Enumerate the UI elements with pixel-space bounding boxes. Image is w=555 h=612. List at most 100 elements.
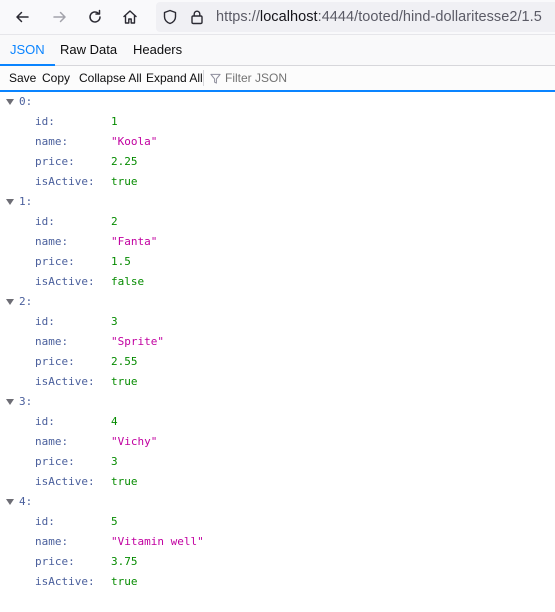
tab-json[interactable]: JSON — [0, 35, 55, 66]
tree-field-row[interactable]: price: 2.55 — [0, 352, 555, 372]
field-value: "Vichy" — [111, 435, 158, 448]
field-key: price: — [35, 255, 75, 268]
tree-field-row[interactable]: isActive: true — [0, 572, 555, 592]
json-tree: 0: id: 1 name: "Koola" price: 2.25 isActive: tru… — [0, 92, 555, 592]
copy-button[interactable]: Copy — [42, 66, 70, 90]
field-value: "Sprite" — [111, 335, 164, 348]
back-arrow-icon — [16, 11, 29, 23]
field-value: true — [111, 175, 138, 188]
field-key: id: — [35, 115, 55, 128]
tree-field-row[interactable]: name: "Vitamin well" — [0, 532, 555, 552]
tree-field-row[interactable]: id: 5 — [0, 512, 555, 532]
field-key: id: — [35, 515, 55, 528]
tree-field-row[interactable]: isActive: false — [0, 272, 555, 292]
url-bar[interactable]: https://localhost:4444/tooted/hind-dolla… — [156, 2, 555, 32]
filter-placeholder: Filter JSON — [225, 71, 288, 85]
tree-field-row[interactable]: isActive: true — [0, 372, 555, 392]
url-path: :4444/tooted/hind-dollaritesse2/1.5 — [317, 9, 542, 25]
home-button[interactable] — [118, 5, 142, 29]
tree-field-row[interactable]: id: 1 — [0, 112, 555, 132]
field-value: true — [111, 475, 138, 488]
array-index: 4: — [19, 495, 33, 508]
tree-field-row[interactable]: isActive: true — [0, 472, 555, 492]
array-index: 2: — [19, 295, 33, 308]
url-scheme: https:// — [216, 9, 260, 25]
tree-field-row[interactable]: price: 3.75 — [0, 552, 555, 572]
url-host: localhost — [259, 9, 318, 25]
field-value: 3 — [111, 315, 118, 328]
expand-all-button[interactable]: Expand All — [146, 66, 203, 90]
tree-field-row[interactable]: name: "Sprite" — [0, 332, 555, 352]
tree-field-row[interactable]: price: 3 — [0, 452, 555, 472]
browser-toolbar: https://localhost:4444/tooted/hind-dolla… — [0, 0, 555, 35]
lock-icon[interactable] — [188, 8, 206, 26]
filter-icon — [210, 73, 221, 84]
field-key: isActive: — [35, 475, 95, 488]
array-index: 1: — [19, 195, 33, 208]
field-key: name: — [35, 135, 69, 148]
toolbar-divider — [203, 70, 204, 86]
tree-item-row[interactable]: 4: — [0, 492, 555, 512]
array-index: 3: — [19, 395, 33, 408]
tree-field-row[interactable]: price: 1.5 — [0, 252, 555, 272]
expand-triangle-icon[interactable] — [6, 399, 14, 405]
expand-triangle-icon[interactable] — [6, 499, 14, 505]
field-value: 5 — [111, 515, 118, 528]
field-value: 2 — [111, 215, 118, 228]
tree-item-row[interactable]: 0: — [0, 92, 555, 112]
field-value: "Fanta" — [111, 235, 158, 248]
expand-triangle-icon[interactable] — [6, 199, 14, 205]
tree-item-row[interactable]: 1: — [0, 192, 555, 212]
viewer-tabs: JSON Raw Data Headers — [0, 35, 555, 66]
field-key: id: — [35, 315, 55, 328]
expand-triangle-icon[interactable] — [6, 99, 14, 105]
field-value: false — [111, 275, 145, 288]
field-key: price: — [35, 555, 75, 568]
field-key: name: — [35, 435, 69, 448]
tree-field-row[interactable]: name: "Vichy" — [0, 432, 555, 452]
home-icon — [123, 10, 137, 24]
field-value: 1 — [111, 115, 118, 128]
tree-field-row[interactable]: id: 4 — [0, 412, 555, 432]
reload-button[interactable] — [83, 5, 107, 29]
field-value: 3.75 — [111, 555, 138, 568]
collapse-all-button[interactable]: Collapse All — [79, 66, 142, 90]
field-key: price: — [35, 155, 75, 168]
field-key: price: — [35, 455, 75, 468]
field-key: price: — [35, 355, 75, 368]
tree-field-row[interactable]: price: 2.25 — [0, 152, 555, 172]
save-button[interactable]: Save — [9, 66, 36, 90]
tree-field-row[interactable]: isActive: true — [0, 172, 555, 192]
field-key: isActive: — [35, 375, 95, 388]
shield-icon[interactable] — [161, 8, 179, 26]
tree-field-row[interactable]: name: "Fanta" — [0, 232, 555, 252]
tree-field-row[interactable]: id: 3 — [0, 312, 555, 332]
field-key: id: — [35, 215, 55, 228]
tab-headers[interactable]: Headers — [133, 35, 182, 65]
tree-field-row[interactable]: id: 2 — [0, 212, 555, 232]
expand-triangle-icon[interactable] — [6, 299, 14, 305]
array-index: 0: — [19, 95, 33, 108]
filter-json-field[interactable]: Filter JSON — [210, 66, 287, 90]
field-key: name: — [35, 535, 69, 548]
field-value: 2.55 — [111, 355, 138, 368]
tree-item-row[interactable]: 2: — [0, 292, 555, 312]
field-value: true — [111, 375, 138, 388]
field-key: isActive: — [35, 175, 95, 188]
url-text[interactable]: https://localhost:4444/tooted/hind-dolla… — [216, 9, 542, 25]
tree-field-row[interactable]: name: "Koola" — [0, 132, 555, 152]
forward-arrow-icon — [53, 11, 66, 23]
back-button[interactable] — [10, 5, 34, 29]
field-value: 1.5 — [111, 255, 131, 268]
field-value: true — [111, 575, 138, 588]
field-value: 2.25 — [111, 155, 138, 168]
field-value: "Vitamin well" — [111, 535, 204, 548]
json-toolbar: Save Copy Collapse All Expand All Filter… — [0, 66, 555, 92]
tab-raw-data[interactable]: Raw Data — [60, 35, 117, 65]
field-key: isActive: — [35, 275, 95, 288]
field-key: name: — [35, 235, 69, 248]
forward-button[interactable] — [48, 5, 72, 29]
field-value: 3 — [111, 455, 118, 468]
reload-icon — [89, 9, 101, 23]
tree-item-row[interactable]: 3: — [0, 392, 555, 412]
